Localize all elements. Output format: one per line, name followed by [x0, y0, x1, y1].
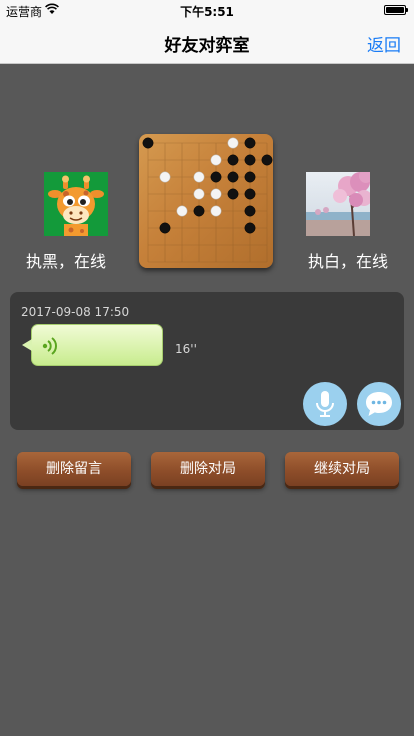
voice-message-bubble[interactable] [22, 324, 163, 366]
black-stone [244, 205, 256, 217]
battery-icon [384, 5, 408, 15]
continue-game-button[interactable]: 继续对局 [285, 452, 399, 486]
white-player-status: 执白，在线 [307, 252, 388, 271]
black-stone [244, 188, 256, 200]
black-stone [210, 171, 222, 183]
voice-duration: 16'' [175, 342, 197, 356]
giraffe-avatar-icon [44, 172, 108, 236]
status-bar: 运营商 下午5:51 [0, 0, 414, 20]
black-stone [227, 154, 239, 166]
delete-game-button[interactable]: 删除对局 [151, 452, 265, 486]
black-stone [244, 154, 256, 166]
white-player-avatar[interactable] [306, 172, 370, 236]
cherry-blossom-avatar-icon [306, 172, 370, 236]
black-stone [244, 171, 256, 183]
black-player-avatar[interactable] [44, 172, 108, 236]
black-stone [193, 205, 205, 217]
white-stone [210, 188, 222, 200]
white-stone [176, 205, 188, 217]
voice-wave-icon [42, 337, 57, 355]
black-stone [142, 137, 154, 149]
nav-bar: 好友对弈室 返回 [0, 20, 414, 64]
white-stone [227, 137, 239, 149]
white-stone [210, 205, 222, 217]
microphone-icon [316, 391, 334, 417]
white-stone [193, 188, 205, 200]
white-stone [193, 171, 205, 183]
black-stone [244, 222, 256, 234]
white-stone [159, 171, 171, 183]
board-grid [142, 137, 273, 263]
back-button[interactable]: 返回 [367, 31, 401, 56]
game-board-thumbnail[interactable] [139, 134, 273, 268]
message-panel: 2017-09-08 17:50 16'' [10, 292, 404, 430]
white-stone [210, 154, 222, 166]
black-stone [227, 171, 239, 183]
chat-button[interactable] [357, 382, 401, 426]
black-stone [159, 222, 171, 234]
black-stone [261, 154, 273, 166]
chat-bubble-icon [366, 392, 392, 416]
microphone-button[interactable] [303, 382, 347, 426]
black-stone [244, 137, 256, 149]
black-stone [227, 188, 239, 200]
status-time: 下午5:51 [180, 5, 234, 19]
black-player-status: 执黑，在线 [25, 252, 106, 271]
message-timestamp: 2017-09-08 17:50 [21, 305, 130, 319]
delete-message-button[interactable]: 删除留言 [17, 452, 131, 486]
page-title: 好友对弈室 [164, 36, 250, 56]
